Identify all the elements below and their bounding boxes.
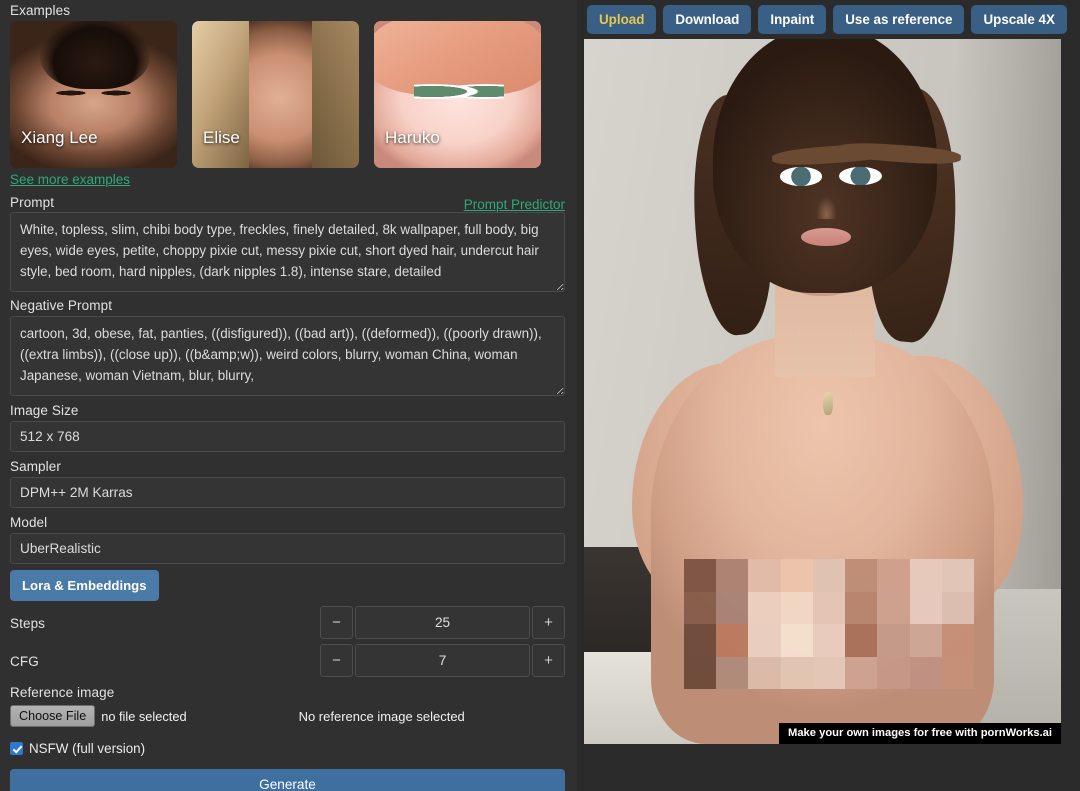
model-label: Model — [10, 512, 565, 531]
mosaic-tile — [845, 657, 877, 690]
lora-embeddings-button[interactable]: Lora & Embeddings — [10, 570, 159, 601]
examples-gallery: Xiang Lee Elise Haruko — [10, 21, 565, 168]
mosaic-tile — [781, 624, 813, 657]
example-card-haruko[interactable]: Haruko — [374, 21, 541, 168]
upload-button[interactable]: Upload — [587, 5, 656, 34]
cfg-row: CFG − 7 + — [10, 643, 565, 677]
result-toolbar: Upload Download Inpaint Use as reference… — [577, 0, 1080, 39]
mosaic-tile — [910, 559, 942, 592]
prompt-header: Prompt Prompt Predictor — [10, 192, 565, 212]
mosaic-tile — [942, 559, 974, 592]
mosaic-tile — [748, 592, 780, 625]
mosaic-tile — [845, 592, 877, 625]
photo-necklace — [799, 328, 851, 391]
mosaic-tile — [910, 624, 942, 657]
steps-row: Steps − 25 + — [10, 605, 565, 639]
photo-eye-right — [839, 167, 882, 185]
nsfw-label: NSFW (full version) — [29, 741, 145, 756]
example-card-elise[interactable]: Elise — [192, 21, 359, 168]
mosaic-tile — [684, 592, 716, 625]
nsfw-checkbox[interactable] — [10, 742, 23, 755]
mosaic-tile — [845, 559, 877, 592]
example-card-xiang-lee[interactable]: Xiang Lee — [10, 21, 177, 168]
upscale-4x-button[interactable]: Upscale 4X — [971, 5, 1066, 34]
mosaic-tile — [748, 624, 780, 657]
prompt-predictor-link[interactable]: Prompt Predictor — [464, 197, 565, 212]
example-thumbnail-image — [10, 21, 177, 168]
app-root: Examples Xiang Lee Elise Haruko See more… — [0, 0, 1080, 791]
mosaic-tile — [942, 624, 974, 657]
mosaic-tile — [781, 657, 813, 690]
model-input[interactable] — [10, 533, 565, 564]
no-file-selected-text: no file selected — [101, 709, 186, 724]
sampler-label: Sampler — [10, 456, 565, 475]
watermark-text: Make your own images for free with pornW… — [779, 723, 1061, 744]
mosaic-tile — [813, 624, 845, 657]
example-thumbnail-image — [192, 21, 359, 168]
settings-panel: Examples Xiang Lee Elise Haruko See more… — [0, 0, 577, 791]
examples-label: Examples — [10, 0, 565, 19]
mosaic-tile — [877, 657, 909, 690]
cfg-increment-button[interactable]: + — [532, 644, 565, 677]
photo-eye-left — [780, 167, 823, 185]
steps-increment-button[interactable]: + — [532, 606, 565, 639]
inpaint-button[interactable]: Inpaint — [758, 5, 826, 34]
see-more-examples-link[interactable]: See more examples — [10, 172, 130, 187]
steps-label: Steps — [10, 613, 45, 632]
cfg-stepper: − 7 + — [320, 644, 565, 677]
photo-pendant — [823, 392, 833, 416]
mosaic-tile — [813, 592, 845, 625]
result-panel: Upload Download Inpaint Use as reference… — [577, 0, 1080, 791]
photo-hair — [713, 39, 937, 293]
mosaic-tile — [877, 624, 909, 657]
mosaic-tile — [813, 559, 845, 592]
mosaic-tile — [845, 624, 877, 657]
mosaic-tile — [684, 559, 716, 592]
image-size-label: Image Size — [10, 400, 565, 419]
mosaic-tile — [910, 657, 942, 690]
example-thumbnail-image — [374, 21, 541, 168]
choose-file-button[interactable]: Choose File — [10, 705, 95, 727]
mosaic-tile — [684, 624, 716, 657]
generate-button[interactable]: Generate — [10, 769, 565, 791]
image-size-input[interactable] — [10, 421, 565, 452]
use-as-reference-button[interactable]: Use as reference — [833, 5, 964, 34]
mosaic-tile — [748, 657, 780, 690]
reference-image-label: Reference image — [10, 682, 565, 701]
steps-stepper: − 25 + — [320, 606, 565, 639]
generated-image[interactable]: Make your own images for free with pornW… — [584, 39, 1061, 744]
prompt-input[interactable] — [10, 212, 565, 292]
mosaic-tile — [942, 592, 974, 625]
reference-image-status: No reference image selected — [299, 709, 465, 724]
reference-image-row: Choose File no file selected No referenc… — [10, 703, 565, 729]
censor-mosaic — [684, 559, 974, 689]
mosaic-tile — [716, 657, 748, 690]
nsfw-row: NSFW (full version) — [10, 741, 565, 756]
mosaic-tile — [716, 624, 748, 657]
download-button[interactable]: Download — [663, 5, 751, 34]
steps-decrement-button[interactable]: − — [320, 606, 353, 639]
mosaic-tile — [781, 559, 813, 592]
cfg-value[interactable]: 7 — [355, 644, 530, 677]
cfg-label: CFG — [10, 651, 39, 670]
mosaic-tile — [877, 592, 909, 625]
cfg-decrement-button[interactable]: − — [320, 644, 353, 677]
steps-value[interactable]: 25 — [355, 606, 530, 639]
sampler-input[interactable] — [10, 477, 565, 508]
mosaic-tile — [781, 592, 813, 625]
mosaic-tile — [910, 592, 942, 625]
mosaic-tile — [684, 657, 716, 690]
prompt-label: Prompt — [10, 192, 54, 211]
negative-prompt-label: Negative Prompt — [10, 295, 565, 314]
mosaic-tile — [942, 657, 974, 690]
mosaic-tile — [813, 657, 845, 690]
mosaic-tile — [748, 559, 780, 592]
negative-prompt-input[interactable] — [10, 316, 565, 396]
photo-nose — [816, 196, 837, 220]
mosaic-tile — [716, 559, 748, 592]
mosaic-tile — [877, 559, 909, 592]
generated-image-content — [584, 39, 1061, 744]
mosaic-tile — [716, 592, 748, 625]
